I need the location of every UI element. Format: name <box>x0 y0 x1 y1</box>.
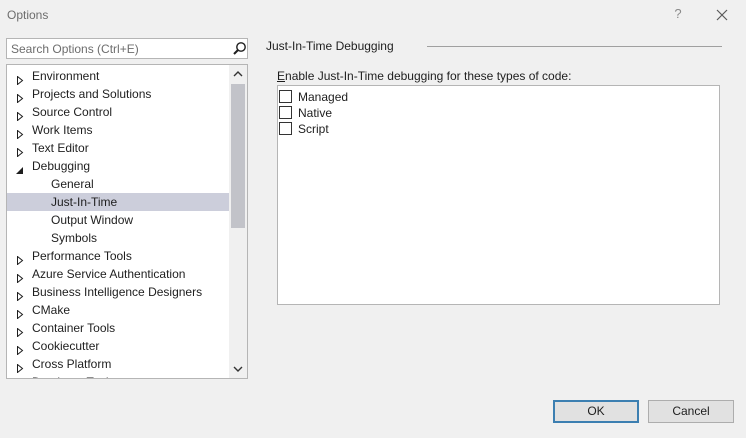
cancel-button[interactable]: Cancel <box>648 400 734 423</box>
ok-button[interactable]: OK <box>553 400 639 423</box>
tree-item[interactable]: Just-In-Time <box>7 193 229 211</box>
tree-item[interactable]: Text Editor <box>7 139 229 158</box>
expanded-arrow-icon[interactable] <box>16 162 24 174</box>
collapsed-arrow-icon[interactable] <box>16 126 24 140</box>
tree-item-label: Cross Platform <box>32 357 112 371</box>
tree-item-label: Projects and Solutions <box>32 87 152 101</box>
tree-item-label: Work Items <box>32 123 93 137</box>
tree-item[interactable]: CMake <box>7 301 229 320</box>
scroll-up-icon[interactable] <box>229 65 247 83</box>
code-type-label: Script <box>298 122 329 136</box>
tree-item[interactable]: Azure Service Authentication <box>7 265 229 284</box>
tree-item[interactable]: Environment <box>7 67 229 86</box>
search-icon[interactable] <box>232 41 247 56</box>
tree-item-label: Database Tools <box>32 373 115 378</box>
collapsed-arrow-icon[interactable] <box>16 270 24 284</box>
tree-item-label: Business Intelligence Designers <box>32 285 203 299</box>
title-bar: Options ? <box>0 0 746 30</box>
tree-item-label: Output Window <box>51 213 134 227</box>
tree-item[interactable]: Cross Platform <box>7 355 229 374</box>
tree-item-label: Azure Service Authentication <box>32 267 186 281</box>
collapsed-arrow-icon[interactable] <box>16 306 24 320</box>
tree-scrollbar[interactable] <box>229 65 247 378</box>
code-types-label-mnemonic: E <box>277 69 286 83</box>
collapsed-arrow-icon[interactable] <box>16 72 24 86</box>
collapsed-arrow-icon[interactable] <box>16 252 24 266</box>
tree-item[interactable]: Database Tools <box>7 373 229 379</box>
tree-item-label: CMake <box>32 303 71 317</box>
tree-item[interactable]: Cookiecutter <box>7 337 229 356</box>
scroll-thumb[interactable] <box>231 84 245 228</box>
code-type-label: Managed <box>298 90 349 104</box>
tree-item[interactable]: General <box>7 175 229 193</box>
tree-list: Environment Projects and Solutions Source … <box>7 67 229 379</box>
collapsed-arrow-icon[interactable] <box>16 342 24 356</box>
scroll-down-icon[interactable] <box>229 360 247 378</box>
options-tree: Environment Projects and Solutions Source … <box>6 64 248 379</box>
tree-item[interactable]: Projects and Solutions <box>7 85 229 104</box>
collapsed-arrow-icon[interactable] <box>16 324 24 338</box>
tree-item-label: Just-In-Time <box>51 195 118 209</box>
tree-item-label: Symbols <box>51 231 98 245</box>
tree-item[interactable]: Output Window <box>7 211 229 229</box>
search-input[interactable] <box>7 39 227 58</box>
collapsed-arrow-icon[interactable] <box>16 378 24 379</box>
tree-item[interactable]: Container Tools <box>7 319 229 338</box>
tree-item[interactable]: Work Items <box>7 121 229 140</box>
code-types-list: Managed Native Script <box>277 85 720 305</box>
search-box <box>6 38 248 59</box>
tree-item-label: Debugging <box>32 159 91 173</box>
collapsed-arrow-icon[interactable] <box>16 360 24 374</box>
tree-item[interactable]: Debugging <box>7 157 229 175</box>
tree-item[interactable]: Source Control <box>7 103 229 122</box>
page-title: Just-In-Time Debugging <box>266 39 394 53</box>
code-type-label: Native <box>298 106 333 120</box>
collapsed-arrow-icon[interactable] <box>16 90 24 104</box>
tree-item[interactable]: Symbols <box>7 229 229 247</box>
tree-item-label: Container Tools <box>32 321 116 335</box>
tree-item-label: Cookiecutter <box>32 339 100 353</box>
window-title: Options <box>7 8 49 22</box>
tree-item-label: Text Editor <box>32 141 89 155</box>
collapsed-arrow-icon[interactable] <box>16 288 24 302</box>
checkbox[interactable] <box>279 106 292 119</box>
tree-item-label: General <box>51 177 94 191</box>
tree-item-label: Source Control <box>32 105 113 119</box>
code-types-label: Enable Just-In-Time debugging for these … <box>277 69 571 83</box>
help-button[interactable]: ? <box>670 5 686 23</box>
tree-item-label: Environment <box>32 69 100 83</box>
tree-item-label: Performance Tools <box>32 249 132 263</box>
close-icon[interactable] <box>712 5 732 25</box>
collapsed-arrow-icon[interactable] <box>16 144 24 158</box>
title-divider <box>427 46 722 47</box>
collapsed-arrow-icon[interactable] <box>16 108 24 122</box>
checkbox[interactable] <box>279 122 292 135</box>
code-types-label-text: nable Just-In-Time debugging for these t… <box>285 69 572 83</box>
tree-item[interactable]: Business Intelligence Designers <box>7 283 229 302</box>
checkbox[interactable] <box>279 90 292 103</box>
tree-item[interactable]: Performance Tools <box>7 247 229 266</box>
